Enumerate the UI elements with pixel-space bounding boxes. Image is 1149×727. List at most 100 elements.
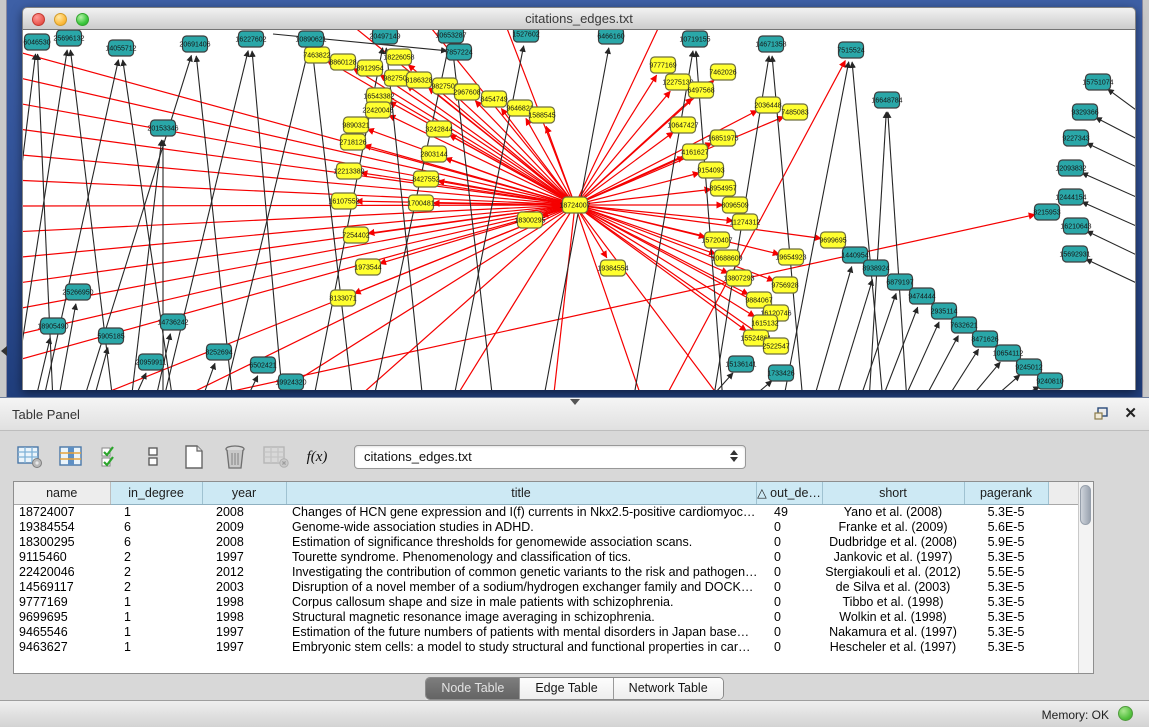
graph-node[interactable]: 9240810: [1036, 373, 1063, 389]
table-cell[interactable]: 1: [110, 594, 202, 609]
row-height-button[interactable]: [139, 443, 167, 471]
graph-node[interactable]: 20153346: [147, 120, 178, 136]
graph-node[interactable]: 18724007: [559, 197, 590, 213]
table-cell[interactable]: 1: [110, 504, 202, 519]
graph-node[interactable]: 10653287: [435, 30, 466, 43]
table-row[interactable]: 2242004622012Investigating the contribut…: [14, 564, 1078, 579]
table-cell[interactable]: 0: [756, 609, 822, 624]
column-header-name[interactable]: name: [14, 482, 110, 504]
show-column-button[interactable]: [57, 443, 85, 471]
graph-node[interactable]: 15136141: [725, 356, 756, 372]
table-cell[interactable]: Disruption of a novel member of a sodium…: [286, 579, 756, 594]
graph-node[interactable]: 12213389: [333, 163, 364, 179]
table-cell[interactable]: 6: [110, 534, 202, 549]
graph-node[interactable]: 13807293: [723, 270, 754, 286]
table-mode-button[interactable]: [16, 443, 44, 471]
table-cell[interactable]: Investigating the contribution of common…: [286, 564, 756, 579]
graph-node[interactable]: 6502421: [249, 357, 276, 373]
table-cell[interactable]: 5.3E-5: [964, 504, 1048, 519]
table-cell[interactable]: 9465546: [14, 624, 110, 639]
table-cell[interactable]: 0: [756, 579, 822, 594]
graph-node[interactable]: 2718126: [339, 134, 366, 150]
graph-node[interactable]: 20959911: [136, 354, 167, 370]
table-cell[interactable]: 1997: [202, 549, 286, 564]
graph-node[interactable]: 8215953: [1033, 204, 1060, 220]
graph-node[interactable]: 1733426: [767, 365, 794, 381]
table-cell[interactable]: 1: [110, 624, 202, 639]
graph-node[interactable]: 9699695: [819, 232, 846, 248]
table-cell[interactable]: 2: [110, 564, 202, 579]
graph-node[interactable]: 16210643: [1060, 218, 1091, 234]
graph-node[interactable]: 16227602: [235, 31, 266, 47]
tab-node-table[interactable]: Node Table: [426, 678, 520, 699]
table-cell[interactable]: 0: [756, 549, 822, 564]
close-window-button[interactable]: [32, 13, 45, 26]
table-cell[interactable]: Tibbo et al. (1998): [822, 594, 964, 609]
table-row[interactable]: 946554611997Estimation of the future num…: [14, 624, 1078, 639]
graph-node[interactable]: 8938924: [862, 260, 889, 276]
graph-node[interactable]: 14671358: [755, 36, 786, 52]
graph-node[interactable]: 6879197: [886, 274, 913, 290]
table-cell[interactable]: 1998: [202, 594, 286, 609]
table-cell[interactable]: 9115460: [14, 549, 110, 564]
graph-node[interactable]: 19384554: [597, 260, 628, 276]
graph-node[interactable]: 2935114: [931, 303, 958, 319]
graph-node[interactable]: 9474444: [908, 288, 935, 304]
graph-node[interactable]: 8133071: [329, 290, 356, 306]
graph-node[interactable]: 9154093: [697, 162, 724, 178]
left-splitter-handle-icon[interactable]: [1, 346, 7, 356]
graph-node[interactable]: 1527602: [512, 30, 539, 42]
table-cell[interactable]: Jankovic et al. (1997): [822, 549, 964, 564]
graph-node[interactable]: 10719155: [679, 31, 710, 47]
graph-node[interactable]: 7462026: [709, 64, 736, 80]
table-cell[interactable]: 14569117: [14, 579, 110, 594]
graph-node[interactable]: 11274312: [730, 214, 761, 230]
table-cell[interactable]: 18724007: [14, 504, 110, 519]
table-cell[interactable]: 2: [110, 549, 202, 564]
table-row[interactable]: 911546021997Tourette syndrome. Phenomeno…: [14, 549, 1078, 564]
column-header-out_de[interactable]: △ out_de…: [756, 482, 822, 504]
table-cell[interactable]: 5.9E-5: [964, 534, 1048, 549]
graph-node[interactable]: 1700481: [407, 195, 434, 211]
table-cell[interactable]: 22420046: [14, 564, 110, 579]
graph-node[interactable]: 7485083: [781, 104, 808, 120]
table-cell[interactable]: 0: [756, 639, 822, 654]
graph-node[interactable]: 25266950: [62, 284, 93, 300]
graph-node[interactable]: 2803144: [420, 146, 447, 162]
column-header-pagerank[interactable]: pagerank: [964, 482, 1048, 504]
table-cell[interactable]: Hescheler et al. (1997): [822, 639, 964, 654]
graph-node[interactable]: 15751074: [1082, 74, 1113, 90]
table-cell[interactable]: 2009: [202, 519, 286, 534]
table-row[interactable]: 1872400712008Changes of HCN gene express…: [14, 504, 1078, 519]
network-graph-view[interactable]: 1872400774638228860128891295418226058982…: [22, 30, 1136, 390]
graph-node[interactable]: 16851975: [707, 130, 738, 146]
table-cell[interactable]: 6: [110, 519, 202, 534]
table-cell[interactable]: 49: [756, 504, 822, 519]
table-cell[interactable]: 0: [756, 519, 822, 534]
tab-edge-table[interactable]: Edge Table: [520, 678, 613, 699]
graph-node[interactable]: 6046530: [23, 34, 50, 50]
table-row[interactable]: 946362711997Embryonic stem cells: a mode…: [14, 639, 1078, 654]
graph-node[interactable]: 7857224: [445, 44, 472, 60]
table-cell[interactable]: 9699695: [14, 609, 110, 624]
graph-node[interactable]: 20497149: [369, 30, 400, 44]
graph-node[interactable]: 9756928: [771, 277, 798, 293]
table-cell[interactable]: 0: [756, 534, 822, 549]
graph-node[interactable]: 12093832: [1055, 160, 1086, 176]
table-cell[interactable]: Dudbridge et al. (2008): [822, 534, 964, 549]
graph-node[interactable]: 18905490: [37, 318, 68, 334]
graph-node[interactable]: 10654112: [993, 345, 1024, 361]
table-cell[interactable]: 5.3E-5: [964, 549, 1048, 564]
graph-node[interactable]: 1615132: [751, 315, 778, 331]
graph-node[interactable]: 7632621: [950, 317, 977, 333]
function-builder-button[interactable]: f(x): [303, 443, 331, 471]
table-cell[interactable]: 2008: [202, 534, 286, 549]
graph-node[interactable]: 15692931: [1059, 246, 1090, 262]
table-cell[interactable]: 5.6E-5: [964, 519, 1048, 534]
graph-node[interactable]: 19924320: [275, 374, 306, 390]
graph-node[interactable]: 8954957: [709, 180, 736, 196]
graph-node[interactable]: 20691406: [179, 36, 210, 52]
graph-node[interactable]: 4161627: [681, 144, 708, 160]
table-cell[interactable]: 5.3E-5: [964, 639, 1048, 654]
graph-node[interactable]: 2036448: [754, 97, 781, 113]
